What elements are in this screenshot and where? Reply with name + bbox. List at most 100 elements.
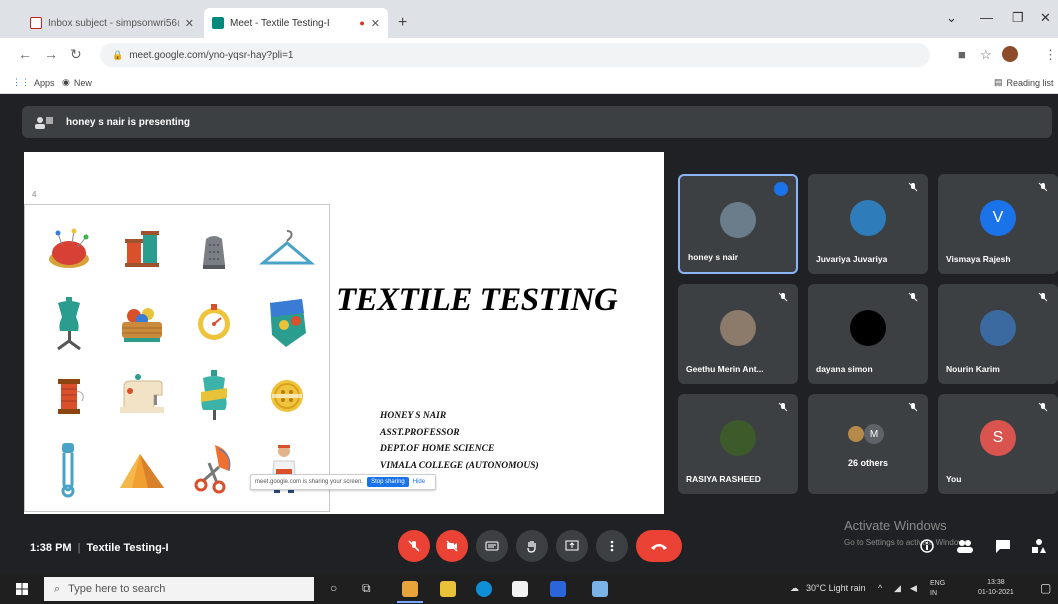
people-icon[interactable] xyxy=(956,538,974,554)
more-options-button[interactable] xyxy=(596,530,628,562)
tab-meet[interactable]: Meet - Textile Testing-I ● ✕ xyxy=(204,8,388,38)
participant-tile[interactable]: honey s nair xyxy=(678,174,798,274)
participant-tile[interactable]: dayana simon xyxy=(808,284,928,384)
raise-hand-button[interactable] xyxy=(516,530,548,562)
safety-pin-icon xyxy=(33,432,106,505)
bookmark-label: New xyxy=(73,77,92,88)
captions-button[interactable] xyxy=(476,530,508,562)
edge-icon[interactable] xyxy=(476,581,492,597)
bookmark-apps[interactable]: ⋮⋮ Apps xyxy=(12,77,55,88)
recording-icon: ● xyxy=(359,18,365,28)
presenting-banner: honey s nair is presenting xyxy=(22,106,1052,138)
participant-name: Nourin Karim xyxy=(946,364,1000,374)
thread-spool-icon xyxy=(33,359,106,432)
camera-off-icon xyxy=(446,540,458,552)
sewing-illustrations-panel xyxy=(24,204,330,512)
menu-kebab-icon[interactable]: ⋮ xyxy=(1044,47,1057,63)
camera-toggle-button[interactable] xyxy=(436,530,468,562)
leave-call-button[interactable] xyxy=(636,530,682,562)
network-icon[interactable]: ◢ xyxy=(894,583,901,594)
file-explorer-icon[interactable] xyxy=(440,581,456,597)
camera-in-use-icon[interactable]: ■ xyxy=(958,47,966,62)
participant-tile-self[interactable]: S You xyxy=(938,394,1058,494)
avatar xyxy=(850,310,886,346)
thimble-icon xyxy=(178,213,251,286)
meeting-time: 1:38 PM xyxy=(30,542,72,554)
taskbar-clock[interactable]: 13:38 01-10-2021 xyxy=(978,578,1014,598)
mic-toggle-button[interactable] xyxy=(398,530,430,562)
weather-text[interactable]: 30°C Light rain xyxy=(806,583,866,593)
more-vert-icon xyxy=(610,540,614,552)
volume-icon[interactable]: ◀ xyxy=(910,583,917,594)
participant-tile[interactable]: RASIYA RASHEED xyxy=(678,394,798,494)
participant-tile-others[interactable]: M 26 others xyxy=(808,394,928,494)
dress-form-teal-icon xyxy=(178,359,251,432)
avatar xyxy=(848,426,864,442)
avatar xyxy=(720,202,756,238)
participant-name: dayana simon xyxy=(816,364,873,374)
address-bar[interactable]: 🔒 meet.google.com/yno-yqsr-hay?pli=1 xyxy=(100,43,930,67)
meeting-details-icon[interactable] xyxy=(918,538,936,554)
profile-avatar[interactable] xyxy=(1002,46,1018,62)
reading-list-button[interactable]: ▤ Reading list xyxy=(994,77,1054,88)
tab-search-icon[interactable]: ⌄ xyxy=(946,10,957,26)
close-window-button[interactable]: ✕ xyxy=(1040,10,1051,26)
fabric-fold-icon xyxy=(106,432,179,505)
stop-sharing-button[interactable]: Stop sharing xyxy=(367,477,409,487)
captions-icon xyxy=(485,541,499,551)
address-row: ← → ↻ 🔒 meet.google.com/yno-yqsr-hay?pli… xyxy=(0,38,1058,72)
participant-tile[interactable]: V Vismaya Rajesh xyxy=(938,174,1058,274)
close-tab-icon[interactable]: ✕ xyxy=(371,17,380,30)
avatar xyxy=(720,310,756,346)
language-code: ENG xyxy=(930,580,946,587)
taskbar-search-input[interactable]: ⌕ Type here to search xyxy=(44,577,314,601)
bookmark-new[interactable]: ◉ New xyxy=(62,77,92,88)
chrome-icon[interactable] xyxy=(402,581,418,597)
store-icon[interactable] xyxy=(512,581,528,597)
participant-tile[interactable]: Juvariya Juvariya xyxy=(808,174,928,274)
bookmarks-bar: ⋮⋮ Apps ◉ New ▤ Reading list xyxy=(0,72,1058,94)
reload-icon[interactable]: ↻ xyxy=(70,46,82,63)
avatar: S xyxy=(980,420,1016,456)
weather-icon[interactable]: ☁ xyxy=(790,583,799,594)
maximize-button[interactable]: ❐ xyxy=(1012,10,1024,26)
meeting-info: 1:38 PM | Textile Testing-I xyxy=(30,542,169,554)
activate-windows-watermark: Activate Windows xyxy=(844,518,947,533)
cortana-icon[interactable]: ○ xyxy=(330,581,337,595)
mic-off-icon xyxy=(408,540,420,552)
activities-icon[interactable] xyxy=(1030,538,1048,554)
chat-icon[interactable] xyxy=(994,538,1012,554)
forward-icon[interactable]: → xyxy=(44,46,58,62)
dress-form-icon xyxy=(33,286,106,359)
locale-code: IN xyxy=(930,590,937,597)
credit-line: ASST.PROFESSOR xyxy=(380,427,460,438)
hide-button[interactable]: Hide xyxy=(413,479,425,485)
minimize-button[interactable]: — xyxy=(980,10,993,25)
language-indicator[interactable]: ENG IN xyxy=(930,579,945,599)
task-view-icon[interactable]: ⧉ xyxy=(362,581,371,596)
sewing-basket-icon xyxy=(106,286,179,359)
reading-list-label: Reading list xyxy=(1006,77,1054,88)
mic-muted-icon xyxy=(778,402,788,412)
mail-icon[interactable] xyxy=(550,581,566,597)
fabric-swatch-icon xyxy=(251,286,324,359)
slide-title: TEXTILE TESTING xyxy=(336,282,618,318)
back-icon[interactable]: ← xyxy=(18,46,32,62)
participant-tile[interactable]: Nourin Karim xyxy=(938,284,1058,384)
share-notice-text: meet.google.com is sharing your screen. xyxy=(255,479,364,485)
clock-time: 13:38 xyxy=(987,579,1005,586)
new-tab-button[interactable]: + xyxy=(398,14,407,32)
app-icon[interactable] xyxy=(592,581,608,597)
notifications-icon[interactable]: ▢ xyxy=(1040,581,1051,595)
tab-gmail[interactable]: Inbox subject - simpsonwri56@gmail.c ✕ xyxy=(22,8,202,38)
participant-tile[interactable]: Geethu Merin Ant... xyxy=(678,284,798,384)
mic-muted-icon xyxy=(908,402,918,412)
bookmark-star-icon[interactable]: ☆ xyxy=(980,47,992,63)
avatar xyxy=(980,310,1016,346)
windows-taskbar: ⌕ Type here to search ○ ⧉ ☁ 30°C Light r… xyxy=(0,574,1058,604)
sewing-machine-icon xyxy=(106,359,179,432)
windows-start-icon[interactable] xyxy=(16,583,28,595)
tray-chevron-icon[interactable]: ^ xyxy=(878,583,882,593)
close-tab-icon[interactable]: ✕ xyxy=(185,17,194,30)
present-now-button[interactable] xyxy=(556,530,588,562)
